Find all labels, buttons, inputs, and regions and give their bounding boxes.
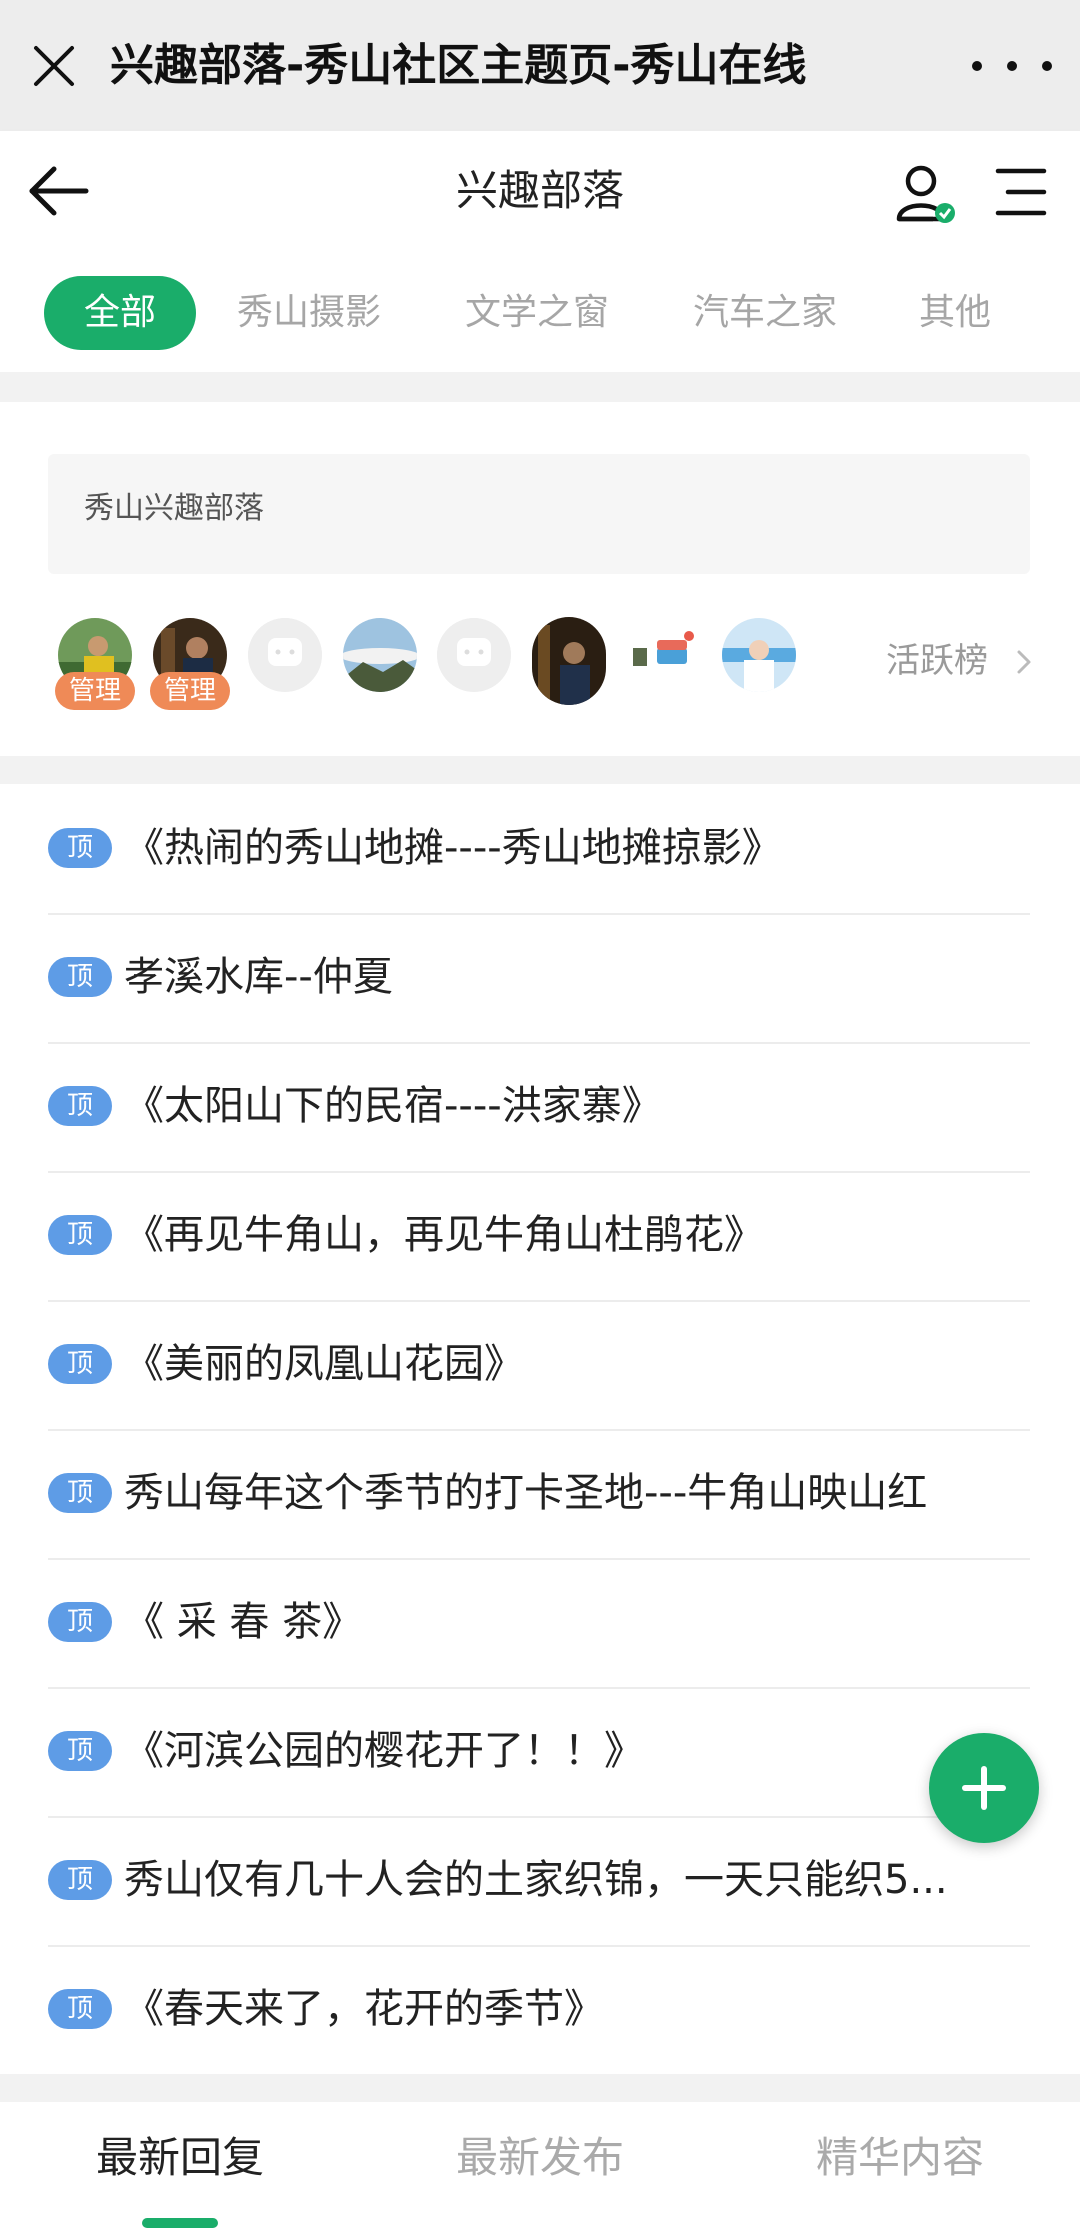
list-item[interactable]: 顶 《春天来了，花开的季节》 xyxy=(48,1945,1030,2074)
list-item[interactable]: 顶 《 采 春 茶》 xyxy=(48,1558,1030,1689)
tab-cars[interactable]: 汽车之家 xyxy=(680,276,850,350)
pinned-badge: 顶 xyxy=(48,1473,112,1513)
list-item[interactable]: 顶 孝溪水库--仲夏 xyxy=(48,913,1030,1044)
list-item[interactable]: 顶 《美丽的凤凰山花园》 xyxy=(48,1300,1030,1431)
tab-latest-posts[interactable]: 最新发布 xyxy=(390,2128,690,2188)
more-icon[interactable] xyxy=(972,40,1052,92)
pinned-badge: 顶 xyxy=(48,1086,112,1126)
page-title: 兴趣部落 xyxy=(455,166,624,215)
post-title: 孝溪水库--仲夏 xyxy=(124,954,393,1000)
section-divider xyxy=(0,2074,1080,2102)
pinned-badge: 顶 xyxy=(48,1989,112,2029)
ranking-link[interactable]: 活跃榜 xyxy=(886,635,1036,687)
tab-all[interactable]: 全部 xyxy=(44,276,196,350)
admin-badge: 管理 xyxy=(150,672,230,710)
wechat-page-title: 兴趣部落-秀山社区主题页-秀山在线 xyxy=(110,40,807,91)
section-divider xyxy=(0,756,1080,784)
post-title: 《热闹的秀山地摊----秀山地摊掠影》 xyxy=(124,825,782,871)
post-title: 《太阳山下的民宿----洪家寨》 xyxy=(124,1083,662,1129)
section-divider xyxy=(0,372,1080,402)
menu-icon[interactable] xyxy=(992,165,1048,219)
avatar[interactable] xyxy=(437,618,511,692)
post-title: 秀山每年这个季节的打卡圣地---牛角山映山红 xyxy=(124,1470,928,1516)
list-item[interactable]: 顶 《河滨公园的樱花开了！！》 xyxy=(48,1687,1030,1818)
post-title: 《河滨公园的樱花开了！！》 xyxy=(124,1728,644,1774)
avatar[interactable] xyxy=(627,618,701,692)
pinned-badge: 顶 xyxy=(48,957,112,997)
new-post-button[interactable] xyxy=(929,1733,1039,1843)
intro-text: 秀山兴趣部落 xyxy=(84,491,264,526)
pinned-badge: 顶 xyxy=(48,1860,112,1900)
plus-icon xyxy=(962,1766,1006,1810)
avatar[interactable] xyxy=(343,618,417,692)
list-item[interactable]: 顶 《热闹的秀山地摊----秀山地摊掠影》 xyxy=(48,784,1030,915)
tab-latest-replies[interactable]: 最新回复 xyxy=(30,2128,330,2188)
bottom-tabs: 最新回复 最新发布 精华内容 xyxy=(0,2102,1080,2232)
post-title: 《美丽的凤凰山花园》 xyxy=(124,1341,524,1387)
list-item[interactable]: 顶 秀山仅有几十人会的土家织锦，一天只能织5... xyxy=(48,1816,1030,1947)
chevron-right-icon xyxy=(1017,650,1031,674)
post-title: 《再见牛角山，再见牛角山杜鹃花》 xyxy=(124,1212,764,1258)
avatar[interactable] xyxy=(722,618,796,692)
pinned-badge: 顶 xyxy=(48,828,112,868)
list-item[interactable]: 顶 《再见牛角山，再见牛角山杜鹃花》 xyxy=(48,1171,1030,1302)
category-tabs: 全部 秀山摄影 文学之窗 汽车之家 其他 xyxy=(0,252,1080,372)
pinned-badge: 顶 xyxy=(48,1344,112,1384)
close-icon[interactable] xyxy=(28,40,80,92)
avatar[interactable] xyxy=(248,618,322,692)
tab-other[interactable]: 其他 xyxy=(900,276,1010,350)
tab-photography[interactable]: 秀山摄影 xyxy=(224,276,394,350)
post-list: 顶 《热闹的秀山地摊----秀山地摊掠影》 顶 孝溪水库--仲夏 顶 《太阳山下… xyxy=(0,784,1080,2074)
tab-literature[interactable]: 文学之窗 xyxy=(452,276,622,350)
list-item[interactable]: 顶 秀山每年这个季节的打卡圣地---牛角山映山红 xyxy=(48,1429,1030,1560)
user-icon[interactable] xyxy=(893,161,957,225)
post-title: 《春天来了，花开的季节》 xyxy=(124,1986,604,2032)
active-tab-indicator xyxy=(142,2218,218,2228)
pinned-badge: 顶 xyxy=(48,1215,112,1255)
avatar[interactable] xyxy=(532,617,606,705)
list-item[interactable]: 顶 《太阳山下的民宿----洪家寨》 xyxy=(48,1042,1030,1173)
pinned-badge: 顶 xyxy=(48,1602,112,1642)
post-title: 秀山仅有几十人会的土家织锦，一天只能织5... xyxy=(124,1857,948,1903)
ranking-label: 活跃榜 xyxy=(886,641,988,681)
tab-featured[interactable]: 精华内容 xyxy=(750,2128,1050,2188)
pinned-badge: 顶 xyxy=(48,1731,112,1771)
back-arrow-icon[interactable] xyxy=(26,163,90,219)
admin-badge: 管理 xyxy=(55,672,135,710)
post-title: 《 采 春 茶》 xyxy=(124,1599,363,1645)
